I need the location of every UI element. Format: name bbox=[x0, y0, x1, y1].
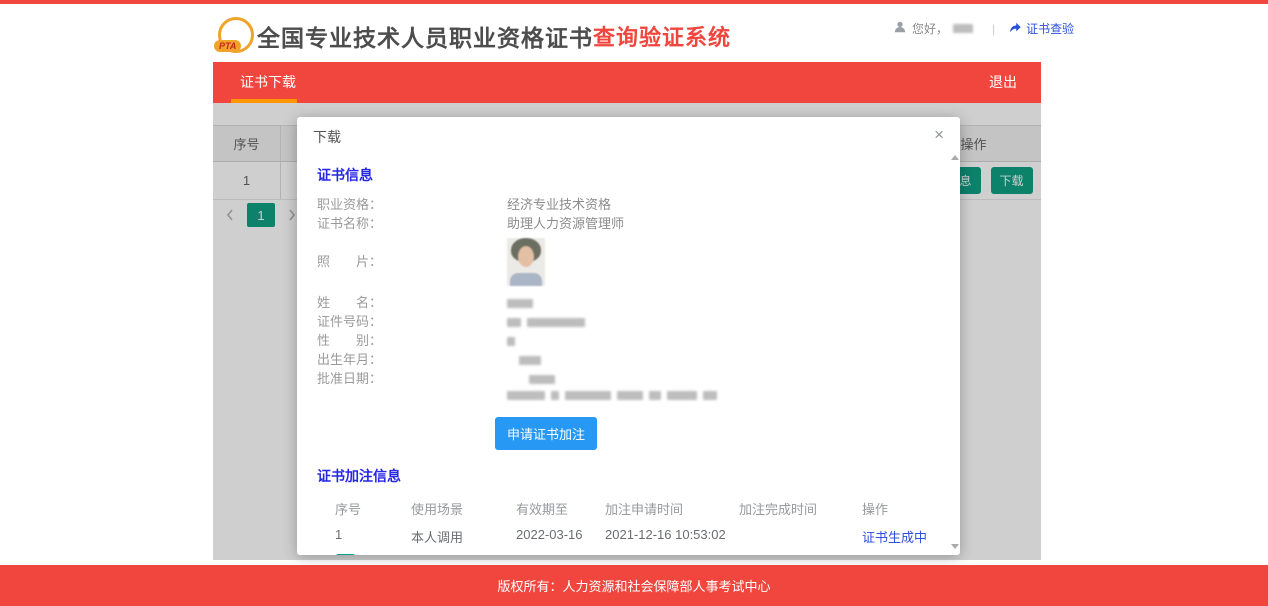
page-button-1[interactable]: 1 bbox=[336, 554, 355, 555]
photo-torso bbox=[510, 273, 542, 286]
cell-complete-time bbox=[739, 527, 862, 546]
page-title-accent: 查询验证系统 bbox=[593, 25, 732, 50]
field-name: 姓 名： bbox=[317, 296, 946, 310]
brand: PTA 全国专业技术人员职业资格证书 查询验证系统 bbox=[214, 15, 732, 57]
redacted-value bbox=[507, 298, 539, 308]
cert-check-label[interactable]: 证书查验 bbox=[1026, 20, 1074, 37]
portrait-photo bbox=[507, 238, 545, 286]
field-value: 经济专业技术资格 bbox=[507, 197, 612, 212]
cell-scene: 本人调用 bbox=[411, 530, 464, 545]
page-size-select[interactable]: 5条/页 bbox=[555, 554, 607, 555]
field-birth-date: 出生年月： bbox=[317, 353, 946, 367]
close-icon[interactable]: × bbox=[930, 123, 948, 147]
col-complete-time: 加注完成时间 bbox=[739, 502, 818, 517]
field-label: 证书名称： bbox=[317, 216, 383, 231]
page-title: 全国专业技术人员职业资格证书 bbox=[257, 25, 593, 51]
field-id-number: 证件号码： bbox=[317, 315, 946, 329]
modal-scrollbar[interactable] bbox=[948, 151, 960, 553]
field-approve-date: 批准日期： bbox=[317, 372, 946, 386]
jump-suffix: 页 bbox=[441, 554, 454, 555]
photo-face bbox=[518, 246, 534, 267]
redacted-value bbox=[507, 391, 723, 400]
field-redacted-note bbox=[317, 391, 946, 400]
field-gender: 性 别： bbox=[317, 334, 946, 348]
site-footer: 版权所有：人力资源和社会保障部人事考试中心 bbox=[0, 565, 1268, 606]
annotation-table: 序号 使用场景 有效期至 加注申请时间 加注完成时间 操作 1 本人调用 202… bbox=[317, 499, 946, 546]
field-cert-name: 证书名称： 助理人力资源管理师 bbox=[317, 217, 946, 231]
photo-image bbox=[507, 238, 545, 286]
apply-annotation-button[interactable]: 申请证书加注 bbox=[495, 417, 598, 450]
site-header: PTA 全国专业技术人员职业资格证书 查询验证系统 您好， | 证书查验 bbox=[0, 4, 1268, 62]
cell-apply-time: 2021-12-16 10:53:02 bbox=[605, 527, 726, 542]
annotation-section-title: 证书加注信息 bbox=[317, 468, 401, 484]
redacted-value bbox=[507, 336, 521, 346]
field-label: 照 片： bbox=[317, 254, 383, 269]
logout-button[interactable]: 退出 bbox=[989, 62, 1017, 103]
col-scene: 使用场景 bbox=[411, 502, 464, 517]
logo-text: PTA bbox=[214, 40, 242, 52]
redacted-value bbox=[507, 374, 561, 384]
total-count: 共1条 bbox=[506, 554, 539, 555]
main-nav: 证书下载 退出 bbox=[213, 62, 1041, 103]
field-label: 批准日期： bbox=[317, 371, 383, 386]
copyright-text: 版权所有：人力资源和社会保障部人事考试中心 bbox=[497, 579, 771, 594]
scroll-up-icon[interactable] bbox=[951, 155, 959, 160]
cert-info-section-title: 证书信息 bbox=[317, 167, 373, 183]
col-apply-time: 加注申请时间 bbox=[605, 502, 684, 517]
share-arrow-icon[interactable] bbox=[1008, 21, 1022, 37]
field-value: 助理人力资源管理师 bbox=[507, 216, 625, 231]
cert-generating-link[interactable]: 证书生成中 bbox=[862, 527, 946, 546]
field-label: 性 别： bbox=[317, 333, 383, 348]
annotation-table-header: 序号 使用场景 有效期至 加注申请时间 加注完成时间 操作 bbox=[317, 499, 946, 518]
jump-prefix: 前往 bbox=[385, 554, 411, 555]
confirm-button[interactable]: 确定 bbox=[464, 554, 490, 555]
redacted-username bbox=[953, 24, 974, 33]
field-photo: 照 片： bbox=[317, 236, 946, 288]
scroll-down-icon[interactable] bbox=[951, 544, 959, 549]
annotation-pagination: 1 前往 页 确定 共1条 5条/页 bbox=[317, 554, 946, 555]
page-size-label[interactable]: 5条/页 bbox=[555, 554, 592, 555]
field-occupation: 职业资格： 经济专业技术资格 bbox=[317, 198, 946, 212]
redacted-value bbox=[507, 317, 591, 327]
redacted-value bbox=[507, 355, 547, 365]
header-user-area: 您好， | 证书查验 bbox=[893, 20, 1074, 37]
annotation-row: 1 本人调用 2022-03-16 2021-12-16 10:53:02 证书… bbox=[317, 527, 946, 546]
tab-cert-download[interactable]: 证书下载 bbox=[240, 62, 296, 103]
greeting-text: 您好， bbox=[912, 22, 949, 36]
field-label: 姓 名： bbox=[317, 295, 383, 310]
field-label: 出生年月： bbox=[317, 352, 383, 367]
col-seq: 序号 bbox=[335, 502, 362, 517]
field-label: 证件号码： bbox=[317, 314, 383, 329]
cert-check-link[interactable]: 证书查验 bbox=[1008, 20, 1074, 37]
modal-title: 下载 bbox=[313, 129, 341, 145]
cell-seq: 1 bbox=[335, 527, 343, 542]
col-valid-until: 有效期至 bbox=[516, 502, 569, 517]
col-action: 操作 bbox=[862, 502, 889, 517]
user-icon bbox=[893, 20, 907, 37]
modal-body: 证书信息 职业资格： 经济专业技术资格 证书名称： 助理人力资源管理师 照 片： bbox=[297, 151, 946, 555]
cell-valid-until: 2022-03-16 bbox=[516, 527, 583, 542]
download-modal: 下载 × 证书信息 职业资格： 经济专业技术资格 证书名称： 助理人力资源管理师… bbox=[297, 117, 960, 555]
page: PTA 全国专业技术人员职业资格证书 查询验证系统 您好， | 证书查验 证书下… bbox=[0, 0, 1268, 606]
field-label: 职业资格： bbox=[317, 197, 383, 212]
divider: | bbox=[992, 21, 996, 36]
pta-logo-icon: PTA bbox=[214, 15, 257, 57]
